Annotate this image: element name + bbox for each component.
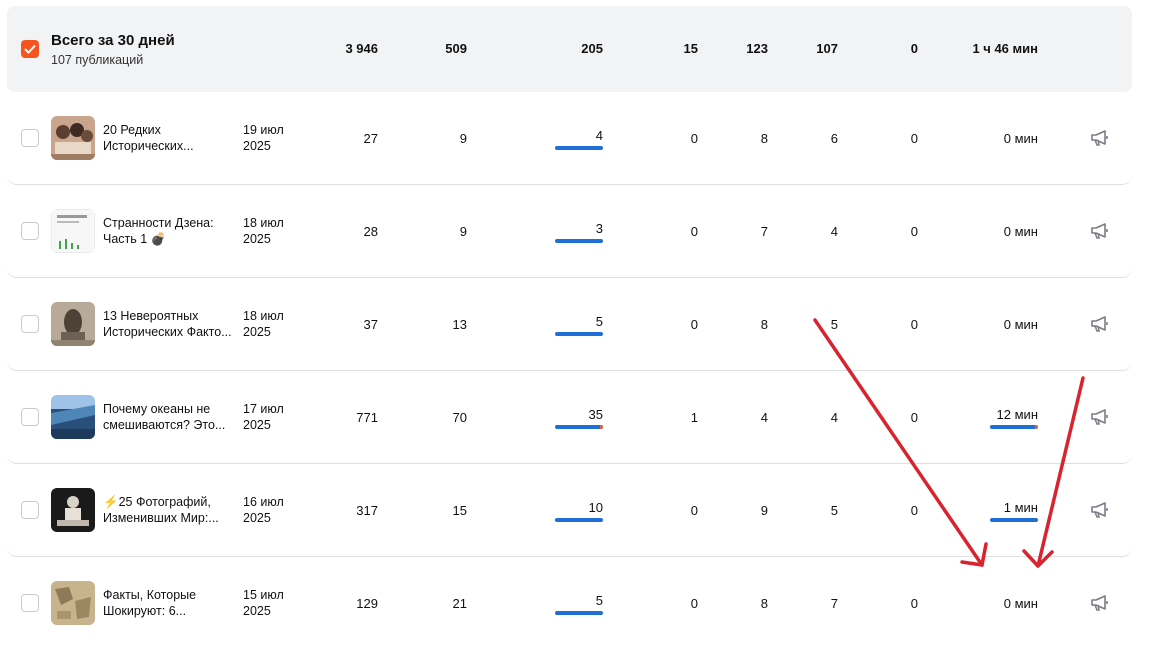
annotation-arrows [813,318,1085,568]
red-arrow-left-icon [813,318,984,567]
red-arrow-right-icon [1036,376,1085,568]
